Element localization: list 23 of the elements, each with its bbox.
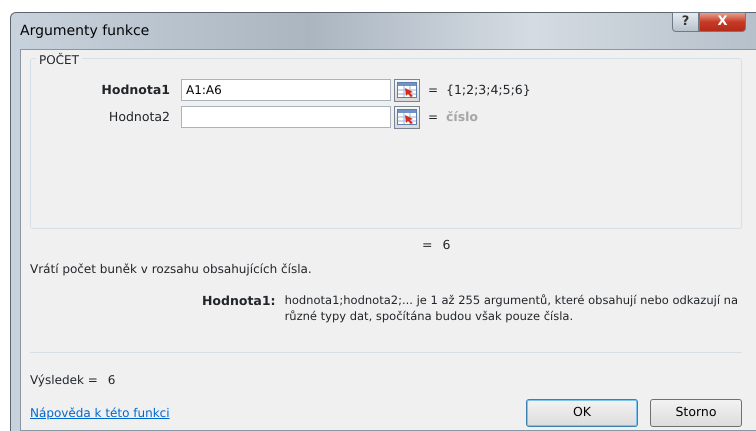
cancel-button[interactable]: Storno bbox=[650, 398, 742, 427]
equals-sign: = bbox=[428, 82, 440, 99]
ok-button[interactable]: OK bbox=[526, 398, 638, 427]
argument-result: číslo bbox=[446, 108, 478, 126]
input-field[interactable] bbox=[181, 106, 391, 128]
range-select-button[interactable] bbox=[394, 106, 420, 128]
argument-label: Hodnota2 bbox=[108, 108, 171, 126]
formula-result: 6 bbox=[442, 236, 450, 254]
argument-label: Hodnota1 bbox=[100, 80, 171, 99]
function-description: Vrátí počet buněk v rozsahu obsahujících čísla. bbox=[30, 260, 313, 278]
equals-sign: = bbox=[422, 236, 432, 254]
argument-result: {1;2;3;4;5;6} bbox=[446, 80, 531, 99]
result-label: Výsledek = bbox=[30, 372, 98, 389]
help-button[interactable]: ? bbox=[672, 12, 699, 32]
argument-help-text: hodnota1;hodnota2;... je 1 až 255 argumentů, které obsahují nebo odkazují na různé typy dat, spočítána budou však pouze čísla. bbox=[284, 292, 740, 324]
equals-sign: = bbox=[428, 109, 440, 126]
input-field[interactable]: A1:A6 bbox=[181, 79, 391, 101]
help-link[interactable]: Nápověda k této funkci bbox=[30, 404, 170, 422]
close-button[interactable]: X bbox=[699, 12, 746, 32]
window-title: Argumenty funkce bbox=[20, 22, 150, 40]
range-select-button[interactable] bbox=[394, 78, 420, 102]
result-value: 6 bbox=[108, 372, 116, 389]
argument-help-label: Hodnota1: bbox=[200, 292, 277, 310]
